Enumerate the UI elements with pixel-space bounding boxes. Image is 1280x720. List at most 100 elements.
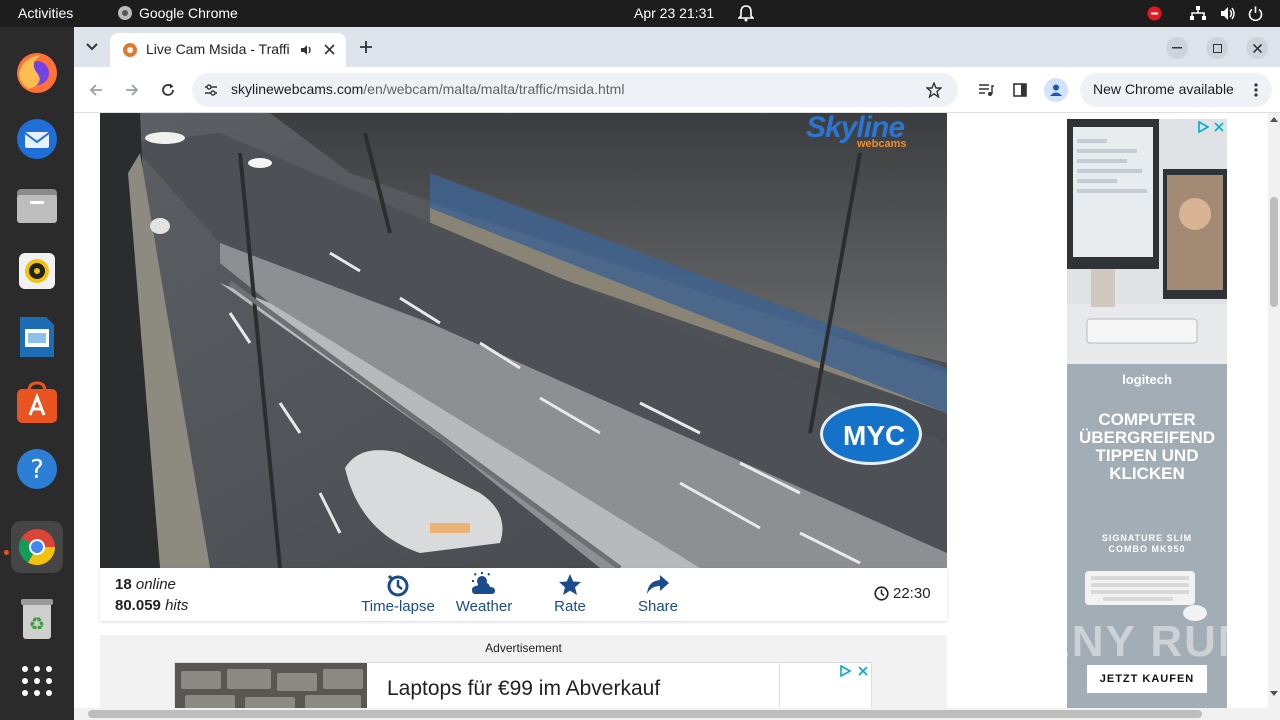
chrome-window: Live Cam Msida - Traffi skylinewebcams.c… bbox=[74, 27, 1280, 720]
activities-button[interactable]: Activities bbox=[18, 5, 73, 21]
chrome-small-icon bbox=[118, 6, 132, 20]
share-label: Share bbox=[637, 598, 679, 615]
url-domain: skylinewebcams.com bbox=[231, 81, 364, 97]
timelapse-label: Time-lapse bbox=[361, 598, 435, 615]
adchoices-icon[interactable] bbox=[839, 665, 851, 677]
back-arrow-icon bbox=[89, 84, 102, 96]
side-ad-brand: logitech bbox=[1122, 372, 1172, 387]
weather-button[interactable]: Weather bbox=[450, 570, 518, 620]
trash-launcher[interactable]: ♻ bbox=[11, 593, 63, 645]
chevron-down-icon bbox=[86, 43, 98, 51]
chrome-launcher[interactable] bbox=[11, 521, 63, 573]
app-name: Google Chrome bbox=[139, 5, 238, 21]
dock: ? ♻ bbox=[0, 27, 74, 720]
app-center-launcher[interactable] bbox=[11, 377, 63, 429]
site-info-icon[interactable] bbox=[204, 83, 218, 97]
tab-search-button[interactable] bbox=[80, 35, 104, 59]
rate-button[interactable]: Rate bbox=[540, 570, 600, 620]
svg-text:?: ? bbox=[30, 455, 44, 485]
online-count: 18 bbox=[115, 576, 132, 593]
weather-label: Weather bbox=[455, 598, 513, 615]
network-icon[interactable] bbox=[1190, 6, 1206, 24]
active-app-menu[interactable]: Google Chrome bbox=[117, 5, 238, 21]
horizontal-scroll-thumb[interactable] bbox=[88, 710, 1202, 718]
scroll-down-icon[interactable] bbox=[1270, 691, 1278, 697]
toolbar: skylinewebcams.com/en/webcam/malta/malta… bbox=[74, 67, 1280, 113]
power-icon[interactable] bbox=[1248, 6, 1263, 24]
files-launcher[interactable] bbox=[11, 179, 63, 231]
queue-music-icon bbox=[979, 84, 994, 96]
help-icon: ? bbox=[17, 449, 57, 489]
update-chrome-chip[interactable]: New Chrome available bbox=[1080, 73, 1272, 107]
restore-icon bbox=[1212, 43, 1222, 53]
side-panel-icon bbox=[1013, 83, 1027, 97]
vertical-scrollbar[interactable] bbox=[1268, 113, 1280, 708]
side-ad-close-icon[interactable] bbox=[1213, 121, 1225, 133]
audio-playing-icon[interactable] bbox=[300, 43, 314, 57]
tab-strip: Live Cam Msida - Traffi bbox=[74, 27, 1280, 67]
online-label: online bbox=[135, 576, 176, 593]
system-top-bar: Activities Google Chrome Apr 23 21:31 bbox=[0, 0, 1280, 27]
writer-launcher[interactable] bbox=[11, 311, 63, 363]
scroll-up-icon[interactable] bbox=[1270, 116, 1278, 122]
firefox-launcher[interactable] bbox=[11, 47, 63, 99]
close-tab-icon[interactable] bbox=[324, 44, 335, 55]
avatar-icon bbox=[1050, 84, 1062, 96]
folder-icon bbox=[17, 189, 57, 223]
media-controls-button[interactable] bbox=[974, 78, 998, 102]
rate-label: Rate bbox=[554, 598, 586, 615]
hits-counter: 80.059 hits bbox=[115, 597, 188, 614]
close-window-button[interactable] bbox=[1246, 37, 1268, 59]
weather-icon bbox=[472, 572, 495, 594]
reload-button[interactable] bbox=[156, 78, 180, 102]
vertical-scroll-thumb[interactable] bbox=[1270, 197, 1278, 307]
close-icon bbox=[1252, 43, 1262, 53]
help-launcher[interactable]: ? bbox=[11, 443, 63, 495]
bookmark-star-icon[interactable] bbox=[926, 82, 942, 98]
share-button[interactable]: Share bbox=[628, 570, 688, 620]
profile-button[interactable] bbox=[1044, 78, 1068, 102]
new-tab-button[interactable] bbox=[354, 35, 378, 59]
favicon-icon bbox=[123, 43, 137, 57]
thunderbird-launcher[interactable] bbox=[11, 113, 63, 165]
side-ad-cta[interactable]: JETZT KAUFEN bbox=[1087, 665, 1207, 693]
side-adchoices-icon[interactable] bbox=[1197, 121, 1209, 133]
back-button[interactable] bbox=[84, 78, 108, 102]
clock-icon bbox=[874, 586, 889, 601]
thunderbird-icon bbox=[17, 119, 57, 159]
horizontal-scrollbar[interactable] bbox=[74, 708, 1280, 720]
stream-time: 22:30 bbox=[893, 585, 931, 602]
banner-ad-text: Laptops für €99 im Abverkauf bbox=[387, 677, 661, 700]
maximize-button[interactable] bbox=[1206, 37, 1228, 59]
clock[interactable]: Apr 23 21:31 bbox=[634, 5, 714, 21]
myc-logo: MYC bbox=[820, 403, 922, 465]
stream-clock: 22:30 bbox=[874, 585, 931, 602]
hits-count: 80.059 bbox=[115, 597, 161, 614]
kebab-menu-icon bbox=[1254, 83, 1258, 97]
side-ad-product: SIGNATURE SLIM COMBO MK950 bbox=[1101, 533, 1193, 554]
page-viewport: Skyline webcams MYC 18 online 80.059 hit… bbox=[74, 113, 1280, 720]
timelapse-button[interactable]: Time-lapse bbox=[358, 570, 438, 620]
forward-button[interactable] bbox=[120, 78, 144, 102]
chrome-icon bbox=[18, 529, 56, 566]
svg-text:♻: ♻ bbox=[29, 614, 45, 635]
show-apps-button[interactable] bbox=[11, 655, 63, 707]
anyrun-watermark: ANY RUN bbox=[1038, 617, 1252, 666]
minimize-button[interactable] bbox=[1166, 37, 1188, 59]
address-bar[interactable]: skylinewebcams.com/en/webcam/malta/malta… bbox=[192, 73, 958, 107]
share-icon bbox=[647, 575, 669, 594]
volume-icon[interactable] bbox=[1220, 6, 1236, 24]
firefox-icon bbox=[17, 53, 57, 93]
tab-live-cam[interactable]: Live Cam Msida - Traffi bbox=[110, 33, 346, 67]
ad-close-icon[interactable] bbox=[857, 665, 869, 677]
record-stop-icon[interactable] bbox=[1147, 6, 1162, 24]
webcam-stream[interactable]: Skyline webcams MYC bbox=[100, 113, 947, 568]
hits-label: hits bbox=[165, 597, 189, 614]
side-panel-button[interactable] bbox=[1008, 78, 1032, 102]
running-indicator bbox=[4, 550, 9, 555]
store-bag-icon bbox=[17, 381, 57, 423]
reload-icon bbox=[162, 83, 174, 96]
rhythmbox-launcher[interactable] bbox=[11, 245, 63, 297]
document-icon bbox=[20, 317, 54, 357]
timelapse-icon bbox=[387, 574, 409, 597]
